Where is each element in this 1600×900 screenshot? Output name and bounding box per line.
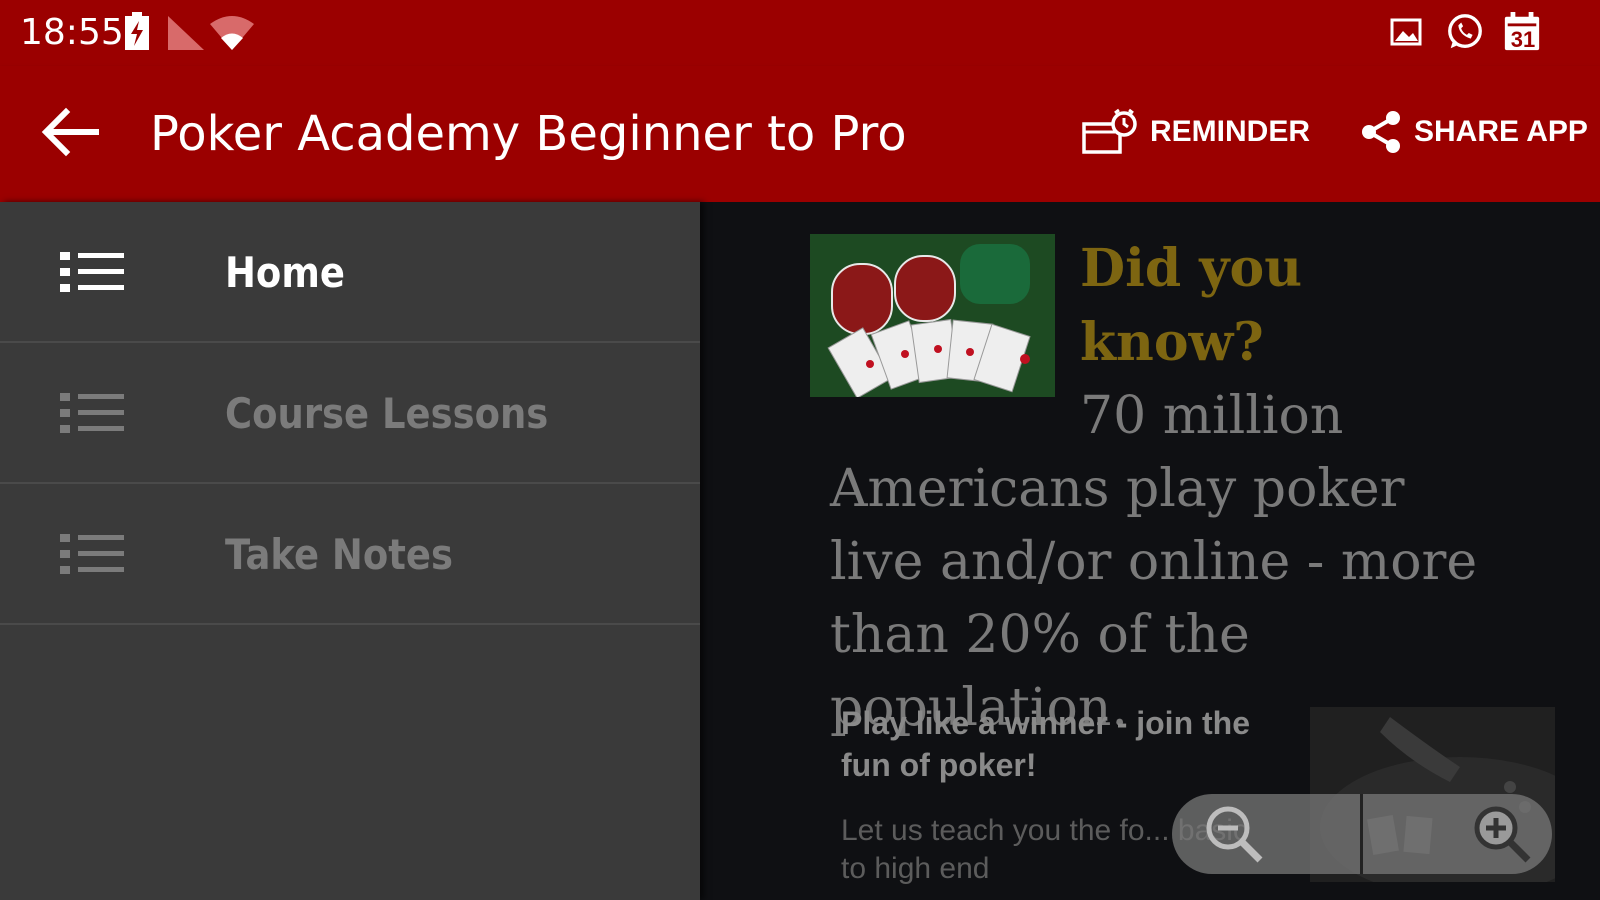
drawer-label-course-lessons: Course Lessons [225, 389, 549, 438]
share-icon [1362, 111, 1400, 153]
reminder-label: REMINDER [1150, 115, 1311, 148]
wifi-icon [210, 16, 254, 50]
list-icon [60, 534, 124, 574]
reminder-button[interactable]: REMINDER [1082, 104, 1310, 160]
calendar-day: 31 [1510, 27, 1536, 52]
home-content[interactable]: Did you know? 70 million Americans play … [700, 202, 1600, 900]
zoom-control[interactable] [1172, 794, 1552, 874]
app-bar: Poker Academy Beginner to Pro REMINDER S… [0, 66, 1600, 202]
share-app-label: SHARE APP [1414, 115, 1588, 148]
fact-text: 70 million Americans play poker live and… [830, 386, 1478, 738]
zoom-out-icon[interactable] [1202, 802, 1266, 866]
app-title: Poker Academy Beginner to Pro [150, 106, 907, 162]
cell-signal-icon [168, 16, 204, 50]
list-icon [60, 393, 124, 433]
status-bar: 18:55 31 [0, 0, 1600, 66]
back-arrow-icon[interactable] [36, 104, 100, 160]
share-app-button[interactable]: SHARE APP [1358, 104, 1588, 160]
battery-charging-icon [125, 12, 149, 50]
navigation-drawer: Home Course Lessons Take Notes [0, 202, 700, 900]
gallery-notification-icon [1390, 18, 1422, 46]
list-icon [60, 252, 124, 292]
whatsapp-icon [1448, 14, 1482, 49]
drawer-item-take-notes[interactable]: Take Notes [0, 484, 700, 625]
alarm-clock-icon [1082, 108, 1137, 154]
drawer-item-home[interactable]: Home [0, 202, 700, 343]
status-time: 18:55 [20, 12, 124, 53]
drawer-item-course-lessons[interactable]: Course Lessons [0, 343, 700, 484]
drawer-label-take-notes: Take Notes [225, 530, 453, 579]
drawer-label-home: Home [225, 248, 345, 297]
fact-title: Did you know? [1080, 238, 1303, 373]
zoom-in-icon[interactable] [1470, 802, 1534, 866]
promo-title: Play like a winner - join the fun of pok… [841, 705, 1250, 783]
zoom-divider [1360, 794, 1363, 874]
fact-block: Did you know? 70 million Americans play … [830, 232, 1490, 745]
